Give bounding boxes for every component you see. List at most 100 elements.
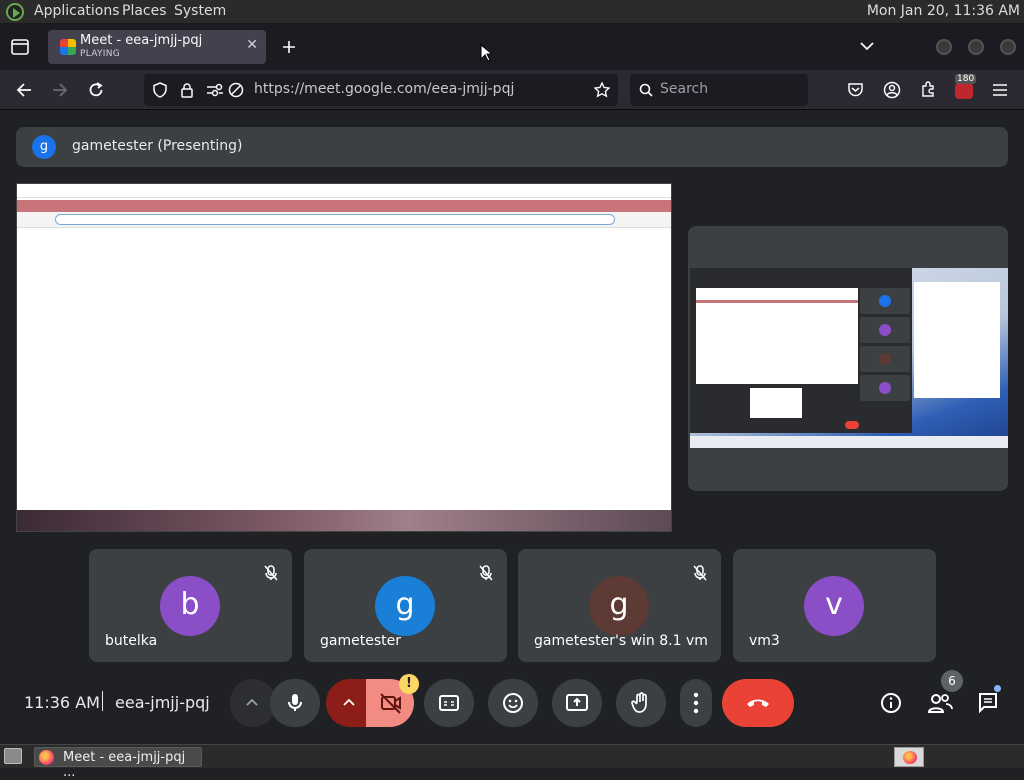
hamburger-menu-icon[interactable] — [992, 83, 1008, 97]
participant-avatar: b — [160, 576, 220, 636]
meet-page: g gametester (Presenting) b butelka g ga… — [0, 111, 1024, 744]
tab-strip: Meet - eea-jmjj-pqj PLAYING ✕ — [0, 24, 1024, 70]
panel-clock[interactable]: Mon Jan 20, 11:36 AM — [867, 3, 1020, 19]
extension-badge: 180 — [955, 74, 977, 84]
taskbar-item-label: Meet - eea-jmjj-pqj ... — [63, 750, 186, 780]
lock-icon[interactable] — [180, 82, 194, 98]
window-minimize-button[interactable] — [936, 39, 952, 55]
participant-tile[interactable]: v vm3 — [733, 549, 936, 662]
shared-windows-taskbar — [17, 510, 671, 531]
participant-name: gametester — [320, 633, 401, 649]
list-tabs-chevron-icon[interactable] — [860, 42, 874, 51]
bookmark-star-icon[interactable] — [594, 82, 610, 98]
extensions-puzzle-icon[interactable] — [920, 81, 937, 98]
end-call-icon — [747, 699, 769, 707]
tab-status: PLAYING — [80, 49, 121, 59]
menu-system[interactable]: System — [174, 3, 226, 19]
meeting-info-icon[interactable] — [880, 692, 902, 714]
captions-button[interactable] — [424, 679, 474, 727]
microphone-button[interactable] — [270, 679, 320, 727]
ublock-extension-icon[interactable] — [955, 83, 973, 99]
chat-icon[interactable] — [977, 691, 1001, 715]
url-bar[interactable]: https://meet.google.com/eea-jmjj-pqj — [144, 74, 618, 106]
mouse-cursor-icon — [480, 44, 492, 62]
tab-close-icon[interactable]: ✕ — [246, 37, 258, 53]
nested-taskbar — [690, 436, 1008, 448]
camera-blocked-icon[interactable] — [228, 82, 244, 98]
nested-dialog — [914, 282, 1000, 398]
participant-name: butelka — [105, 633, 158, 649]
search-icon — [639, 83, 653, 97]
people-icon[interactable] — [927, 692, 953, 714]
search-placeholder: Search — [660, 81, 709, 97]
participant-name: gametester's win 8.1 vm — [534, 633, 708, 649]
shared-browser-toolbar — [17, 212, 671, 228]
participant-name: vm3 — [749, 633, 780, 649]
present-screen-button[interactable] — [552, 679, 602, 727]
workspace-switcher[interactable] — [894, 747, 924, 767]
nested-shared-screen — [696, 288, 858, 384]
more-options-button[interactable] — [680, 679, 712, 727]
more-vertical-icon — [693, 692, 699, 714]
pocket-icon[interactable] — [847, 82, 864, 98]
meeting-code: eea-jmjj-pqj — [115, 693, 210, 712]
meeting-time: 11:36 AM — [24, 693, 100, 712]
participant-avatar: g — [375, 576, 435, 636]
bottom-taskbar: Meet - eea-jmjj-pqj ... — [0, 744, 1024, 780]
chevron-up-icon — [343, 698, 355, 706]
chat-notification-dot — [994, 685, 1001, 692]
reload-icon[interactable] — [88, 82, 104, 98]
nested-desktop-preview — [690, 268, 1008, 448]
url-text[interactable]: https://meet.google.com/eea-jmjj-pqj — [254, 81, 514, 97]
camera-off-icon — [380, 693, 401, 714]
emoji-reactions-button[interactable] — [488, 679, 538, 727]
participant-tile[interactable]: b butelka — [89, 549, 292, 662]
participant-tile[interactable]: g gametester — [304, 549, 507, 662]
search-bar[interactable]: Search — [630, 74, 808, 106]
mic-muted-icon — [264, 565, 278, 581]
navigation-toolbar: https://meet.google.com/eea-jmjj-pqj Sea… — [0, 70, 1024, 110]
participant-avatar: g — [589, 576, 649, 636]
participant-tile[interactable]: g gametester's win 8.1 vm — [518, 549, 721, 662]
people-count-badge: 6 — [941, 670, 963, 692]
self-view-tile[interactable] — [688, 226, 1008, 491]
meet-favicon-icon — [60, 39, 76, 55]
captions-icon — [439, 695, 459, 711]
firefox-icon — [39, 750, 54, 765]
show-desktop-icon[interactable] — [4, 748, 22, 764]
tab-title: Meet - eea-jmjj-pqj — [80, 33, 203, 48]
taskbar-window-item[interactable]: Meet - eea-jmjj-pqj ... — [34, 747, 202, 780]
camera-warning-badge: ! — [399, 674, 419, 694]
chevron-up-icon — [246, 698, 258, 706]
window-close-button[interactable] — [1000, 39, 1016, 55]
top-panel: Applications Places System Mon Jan 20, 1… — [0, 0, 1024, 24]
firefox-view-icon[interactable] — [11, 39, 29, 55]
raise-hand-icon — [631, 692, 647, 713]
presenter-avatar: g — [32, 135, 56, 159]
new-tab-icon[interactable] — [282, 40, 296, 54]
raise-hand-button[interactable] — [616, 679, 666, 727]
presenter-bar: g gametester (Presenting) — [16, 127, 1008, 167]
menu-places[interactable]: Places — [122, 3, 167, 19]
presenter-label: gametester (Presenting) — [72, 138, 243, 154]
mic-muted-icon — [693, 565, 707, 581]
menu-applications[interactable]: Applications — [34, 3, 120, 19]
tracking-shield-icon[interactable] — [152, 82, 168, 98]
tab-meet[interactable]: Meet - eea-jmjj-pqj PLAYING ✕ — [48, 30, 266, 64]
leave-call-button[interactable] — [722, 679, 794, 727]
emoji-icon — [503, 693, 523, 713]
mic-muted-icon — [479, 565, 493, 581]
account-icon[interactable] — [883, 81, 901, 99]
forward-arrow-icon[interactable] — [52, 82, 68, 98]
distro-logo-icon[interactable] — [6, 3, 24, 21]
present-screen-icon — [566, 694, 588, 711]
microphone-icon — [288, 694, 302, 711]
back-arrow-icon[interactable] — [16, 82, 32, 98]
shared-window-titlebar — [17, 184, 671, 198]
participant-avatar: v — [804, 576, 864, 636]
window-maximize-button[interactable] — [968, 39, 984, 55]
divider — [102, 691, 103, 711]
shared-screen[interactable] — [16, 183, 672, 532]
permissions-icon[interactable] — [206, 82, 224, 98]
shared-browser-tabstrip — [17, 200, 671, 212]
